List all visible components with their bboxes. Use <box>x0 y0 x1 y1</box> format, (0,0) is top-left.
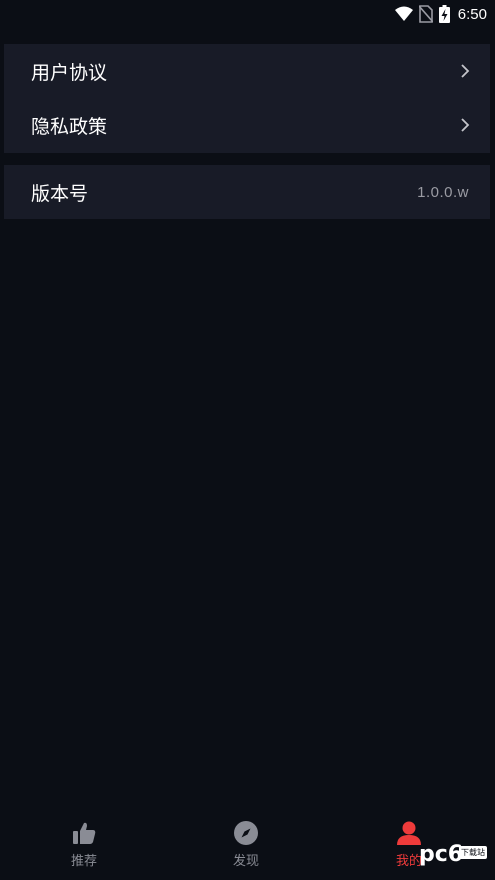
watermark-logo: pc6 <box>419 842 464 867</box>
watermark: pc6 下载站 <box>409 840 489 872</box>
compass-icon <box>234 821 258 845</box>
status-icons: 6:50 <box>394 4 487 24</box>
status-bar: 6:50 <box>0 0 495 28</box>
battery-charging-icon <box>438 5 450 23</box>
no-sim-icon <box>418 5 433 23</box>
settings-links-group: 用户协议 隐私政策 <box>4 44 490 153</box>
version-row: 版本号 1.0.0.w <box>4 165 490 219</box>
chevron-right-icon <box>461 118 470 132</box>
nav-label-discover: 发现 <box>232 854 259 869</box>
thumbs-up-icon <box>73 822 96 844</box>
bottom-nav: 推荐 发现 我的 pc6 下载站 <box>0 810 495 880</box>
user-agreement-row[interactable]: 用户协议 <box>4 44 490 98</box>
status-time: 6:50 <box>457 5 487 23</box>
version-label: 版本号 <box>31 182 89 205</box>
version-value: 1.0.0.w <box>417 183 469 201</box>
wifi-icon <box>394 6 413 21</box>
nav-label-recommend: 推荐 <box>70 854 97 869</box>
chevron-right-icon <box>461 64 470 78</box>
version-group: 版本号 1.0.0.w <box>4 165 490 219</box>
nav-item-discover[interactable]: 发现 <box>201 816 291 876</box>
privacy-policy-row[interactable]: 隐私政策 <box>4 98 490 152</box>
watermark-sub: 下载站 <box>459 846 487 859</box>
privacy-policy-label: 隐私政策 <box>31 115 108 138</box>
nav-item-recommend[interactable]: 推荐 <box>39 816 129 876</box>
screen: 6:50 用户协议 隐私政策 版本号 1.0.0.w 推荐 发现 我的 pc6 … <box>0 0 495 880</box>
user-agreement-label: 用户协议 <box>31 61 108 84</box>
